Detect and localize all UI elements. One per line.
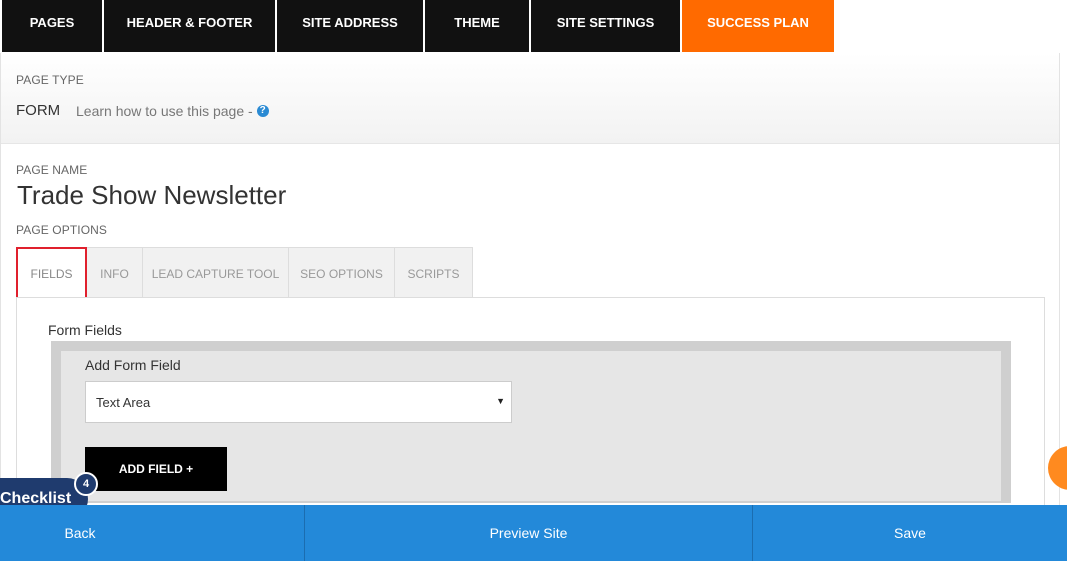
learn-link-text[interactable]: Learn how to use this page - xyxy=(76,103,253,119)
back-button[interactable]: Back xyxy=(0,505,160,561)
chevron-down-icon: ▼ xyxy=(496,396,505,406)
page-options-tabs: FIELDS INFO LEAD CAPTURE TOOL SEO OPTION… xyxy=(16,247,473,300)
save-button[interactable]: Save xyxy=(753,505,1067,561)
page-type-heading: PAGE TYPE xyxy=(16,73,84,87)
bottom-action-bar: Back Preview Site Save xyxy=(0,505,1067,561)
form-fields-heading: Form Fields xyxy=(48,322,122,338)
nav-tab-site-address[interactable]: SITE ADDRESS xyxy=(277,0,423,52)
fields-panel: Form Fields Add Form Field Text Area ▼ A… xyxy=(16,297,1045,507)
page-title: Trade Show Newsletter xyxy=(17,180,287,210)
top-nav: PAGES HEADER & FOOTER SITE ADDRESS THEME… xyxy=(0,0,1067,53)
learn-link[interactable]: Learn how to use this page - ? xyxy=(76,103,269,119)
page-editor: PAGE TYPE FORM Learn how to use this pag… xyxy=(0,53,1060,507)
tab-lead-capture-tool[interactable]: LEAD CAPTURE TOOL xyxy=(143,247,289,300)
nav-tab-header-footer[interactable]: HEADER & FOOTER xyxy=(104,0,275,52)
preview-site-button[interactable]: Preview Site xyxy=(305,505,752,561)
tab-seo-options[interactable]: SEO OPTIONS xyxy=(289,247,395,300)
page-type-value: FORM xyxy=(16,102,61,119)
nav-tab-site-settings[interactable]: SITE SETTINGS xyxy=(531,0,680,52)
field-type-select[interactable]: Text Area ▼ xyxy=(85,381,512,423)
add-field-box: Add Form Field Text Area ▼ ADD FIELD + xyxy=(51,341,1011,503)
field-type-value: Text Area xyxy=(96,394,151,410)
add-field-button[interactable]: ADD FIELD + xyxy=(85,447,227,491)
tab-fields[interactable]: FIELDS xyxy=(16,247,87,300)
checklist-count-badge: 4 xyxy=(74,472,98,496)
page-type-section: PAGE TYPE FORM Learn how to use this pag… xyxy=(1,53,1059,144)
tab-scripts[interactable]: SCRIPTS xyxy=(395,247,473,300)
add-field-inner: Add Form Field Text Area ▼ ADD FIELD + xyxy=(61,351,1001,501)
page-options-heading: PAGE OPTIONS xyxy=(16,223,107,237)
nav-tab-pages[interactable]: PAGES xyxy=(2,0,102,52)
help-icon[interactable]: ? xyxy=(256,105,269,117)
tab-info[interactable]: INFO xyxy=(87,247,143,300)
page-name-heading: PAGE NAME xyxy=(16,163,88,177)
nav-tab-success-plan[interactable]: SUCCESS PLAN xyxy=(682,0,834,52)
add-form-field-label: Add Form Field xyxy=(85,357,181,373)
nav-tab-theme[interactable]: THEME xyxy=(425,0,529,52)
